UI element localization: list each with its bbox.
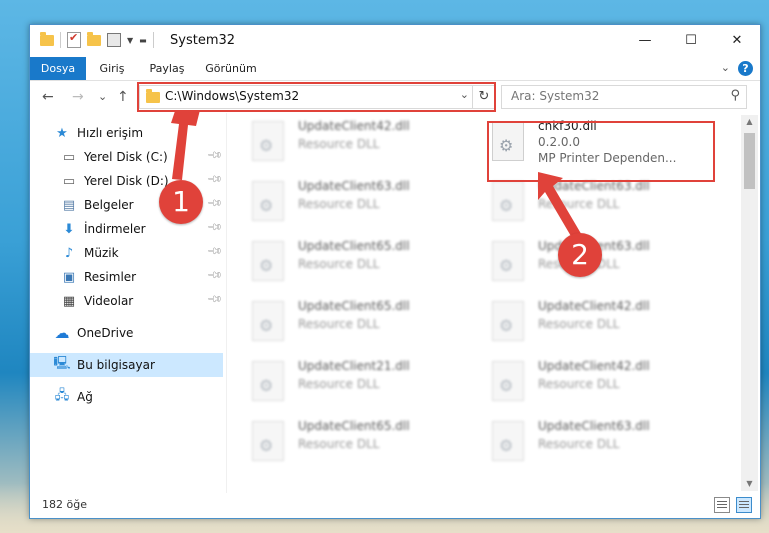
step-badge-1: 1 xyxy=(159,180,203,224)
annotation-arrows xyxy=(171,110,583,243)
step-badge-2: 2 xyxy=(558,233,602,277)
arrow-1-icon xyxy=(171,110,200,180)
